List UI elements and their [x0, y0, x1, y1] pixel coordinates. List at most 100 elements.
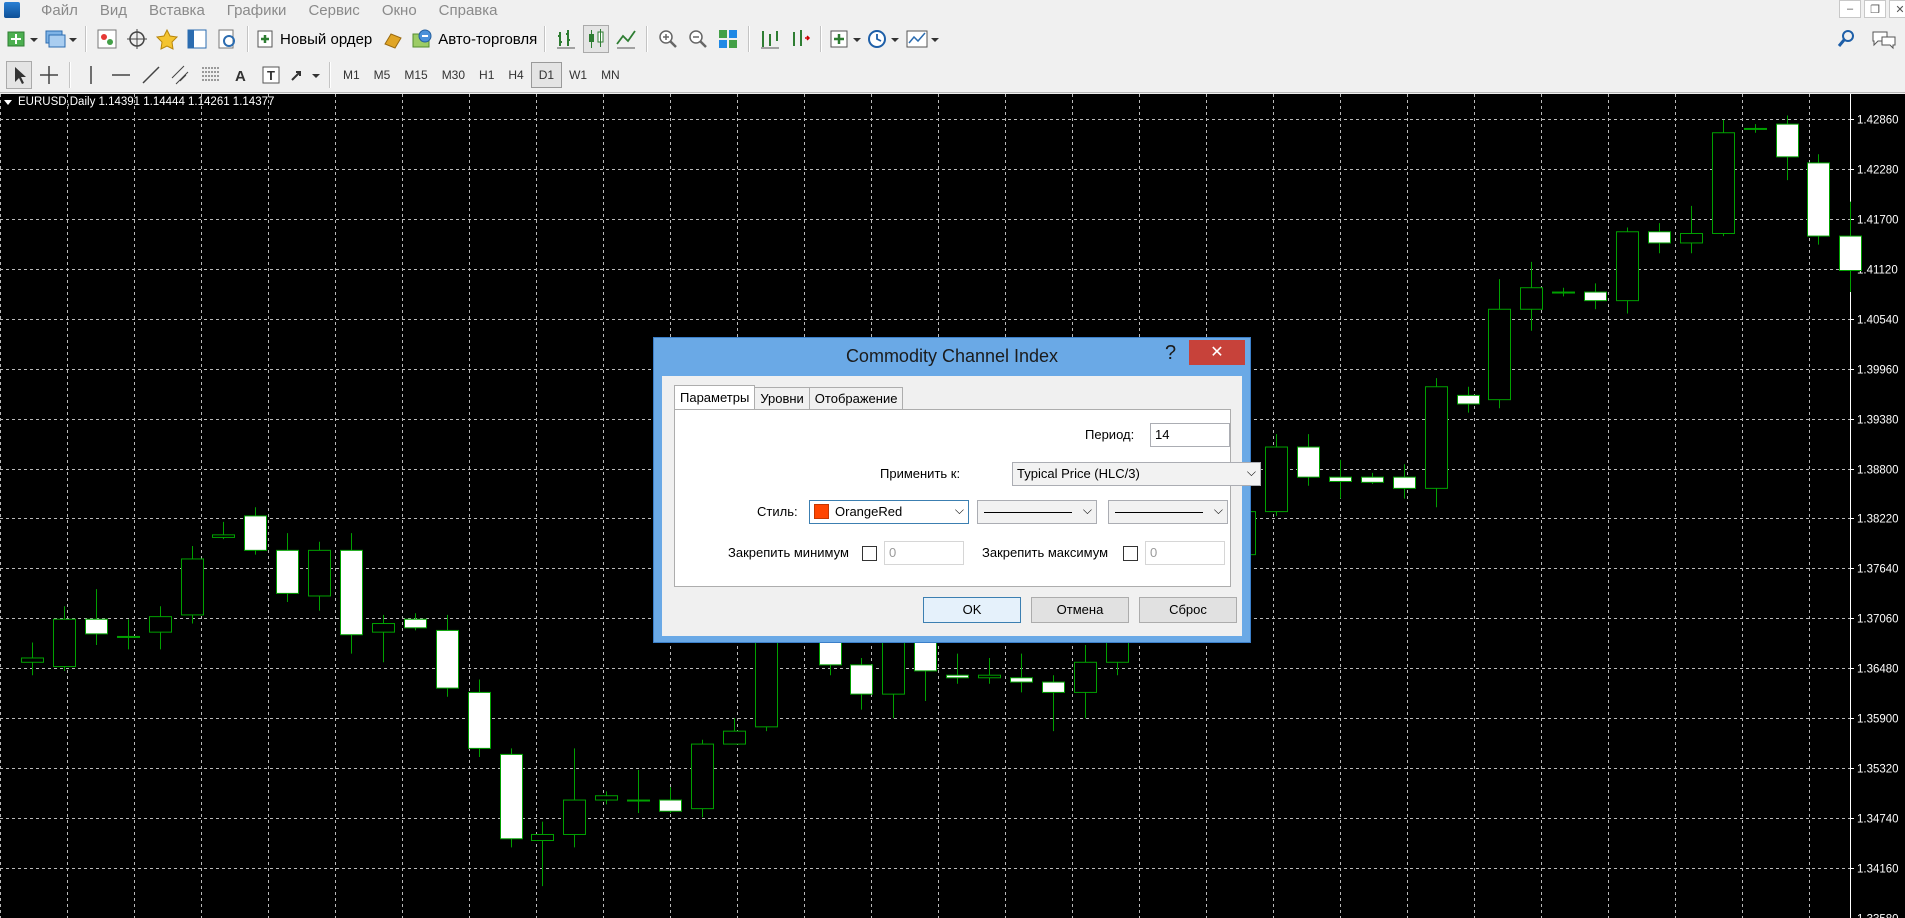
- ok-button[interactable]: OK: [923, 597, 1021, 623]
- market-watch-icon[interactable]: [94, 25, 120, 53]
- period-input[interactable]: 14: [1150, 423, 1230, 447]
- candle-body: [627, 799, 650, 802]
- close-window-button[interactable]: ✕: [1889, 0, 1905, 18]
- candle-body: [276, 549, 299, 594]
- menu-window[interactable]: Окно: [371, 2, 428, 19]
- line-style-select[interactable]: ⌵: [977, 500, 1097, 524]
- strategy-tester-icon[interactable]: [214, 25, 240, 53]
- equidistant-channel-icon[interactable]: [168, 61, 194, 89]
- menu-help[interactable]: Справка: [428, 2, 509, 19]
- menu-view[interactable]: Вид: [89, 2, 138, 19]
- templates-button[interactable]: [905, 25, 940, 53]
- text-label-icon[interactable]: T: [258, 61, 284, 89]
- menu-file[interactable]: Файл: [30, 2, 89, 19]
- new-order-button[interactable]: Новый ордер: [256, 25, 372, 53]
- menu-tools[interactable]: Сервис: [297, 2, 370, 19]
- candle-body: [372, 623, 395, 633]
- reset-button[interactable]: Сброс: [1139, 597, 1237, 623]
- candle-body: [308, 549, 331, 597]
- candlestick-chart-icon[interactable]: [583, 25, 610, 53]
- text-icon[interactable]: A: [228, 61, 254, 89]
- arrows-button[interactable]: [288, 61, 322, 89]
- dialog-body: Параметры Уровни Отображение Период: 14 …: [662, 376, 1261, 636]
- svg-text:T: T: [267, 68, 275, 83]
- apply-to-select[interactable]: Typical Price (HLC/3) ⌵: [1012, 462, 1261, 486]
- candle-body: [723, 730, 746, 745]
- candle-body: [531, 833, 554, 842]
- style-label: Стиль:: [757, 504, 798, 519]
- search-icon[interactable]: [1834, 25, 1860, 53]
- vertical-line-icon[interactable]: [78, 61, 104, 89]
- price-axis-label: 1.41120: [1857, 265, 1898, 277]
- timeframe-mn[interactable]: MN: [594, 62, 627, 88]
- candle-body: [1520, 287, 1543, 310]
- fix-min-input[interactable]: 0: [884, 541, 964, 565]
- line-chart-icon[interactable]: [613, 25, 639, 53]
- zoom-out-icon[interactable]: [685, 25, 711, 53]
- periods-button[interactable]: [867, 25, 901, 53]
- price-axis-label: 1.40540: [1857, 315, 1899, 327]
- tile-windows-icon[interactable]: [715, 25, 741, 53]
- tab-visualization[interactable]: Отображение: [808, 387, 904, 409]
- candle-body: [978, 674, 1001, 679]
- timeframe-h4[interactable]: H4: [501, 62, 530, 88]
- trend-line-icon[interactable]: [138, 61, 164, 89]
- timeframe-h1[interactable]: H1: [472, 62, 501, 88]
- cancel-button[interactable]: Отмена: [1031, 597, 1129, 623]
- candle-body: [1648, 231, 1671, 244]
- chat-icon[interactable]: [1870, 25, 1898, 53]
- candle-body: [1680, 232, 1703, 244]
- bar-chart-icon[interactable]: [553, 25, 579, 53]
- fix-max-checkbox[interactable]: [1123, 546, 1138, 561]
- candle-body: [149, 616, 172, 633]
- terminal-icon[interactable]: [184, 25, 210, 53]
- candle-body: [1042, 681, 1065, 693]
- line-style-preview: [984, 512, 1072, 513]
- navigator-crosshair-icon[interactable]: [124, 25, 150, 53]
- timeframe-m30[interactable]: M30: [435, 62, 472, 88]
- horizontal-line-icon[interactable]: [108, 61, 134, 89]
- chart-shift-icon[interactable]: [787, 25, 813, 53]
- candle-body: [468, 691, 491, 749]
- navigator-star-icon[interactable]: [154, 25, 180, 53]
- cursor-icon[interactable]: [6, 61, 32, 89]
- fix-max-input[interactable]: 0: [1145, 541, 1225, 565]
- timeframe-d1[interactable]: D1: [530, 62, 563, 88]
- candle-body: [436, 629, 459, 689]
- tab-parameters[interactable]: Параметры: [674, 385, 756, 409]
- timeframe-m1[interactable]: M1: [336, 62, 367, 88]
- profiles-button[interactable]: [44, 25, 78, 53]
- restore-button[interactable]: ❐: [1864, 0, 1886, 18]
- close-button[interactable]: ✕: [1189, 340, 1245, 365]
- crosshair-icon[interactable]: [36, 61, 62, 89]
- new-chart-button[interactable]: [6, 25, 40, 53]
- price-axis-label: 1.42280: [1857, 165, 1899, 177]
- line-width-select[interactable]: ⌵: [1108, 500, 1228, 524]
- candle-body: [1744, 127, 1767, 130]
- price-axis-label: 1.35320: [1857, 764, 1899, 776]
- period-label: Период:: [1085, 427, 1135, 442]
- zoom-in-icon[interactable]: [655, 25, 681, 53]
- minimize-button[interactable]: –: [1839, 0, 1861, 18]
- fix-min-checkbox[interactable]: [862, 546, 877, 561]
- fibonacci-icon[interactable]: [198, 61, 224, 89]
- candle-body: [1010, 677, 1033, 683]
- candle-body: [212, 534, 235, 538]
- gold-icon[interactable]: [380, 25, 406, 53]
- toolbar-separator: [646, 26, 649, 52]
- timeframe-w1[interactable]: W1: [562, 62, 594, 88]
- color-select[interactable]: OrangeRed ⌵: [809, 500, 969, 524]
- timeframe-m5[interactable]: M5: [367, 62, 398, 88]
- menu-charts[interactable]: Графики: [216, 2, 298, 19]
- candle-body: [882, 640, 905, 695]
- candle-body: [1584, 291, 1607, 302]
- tab-levels[interactable]: Уровни: [754, 387, 810, 409]
- chart-title: EURUSD,Daily 1.14391 1.14444 1.14261 1.1…: [18, 96, 275, 108]
- candle-body: [117, 635, 140, 638]
- autoscroll-icon[interactable]: [757, 25, 783, 53]
- menu-insert[interactable]: Вставка: [138, 2, 216, 19]
- timeframe-m15[interactable]: M15: [397, 62, 434, 88]
- help-button[interactable]: ?: [1165, 342, 1176, 365]
- autotrading-button[interactable]: Авто-торговля: [410, 25, 537, 53]
- indicators-button[interactable]: [829, 25, 863, 53]
